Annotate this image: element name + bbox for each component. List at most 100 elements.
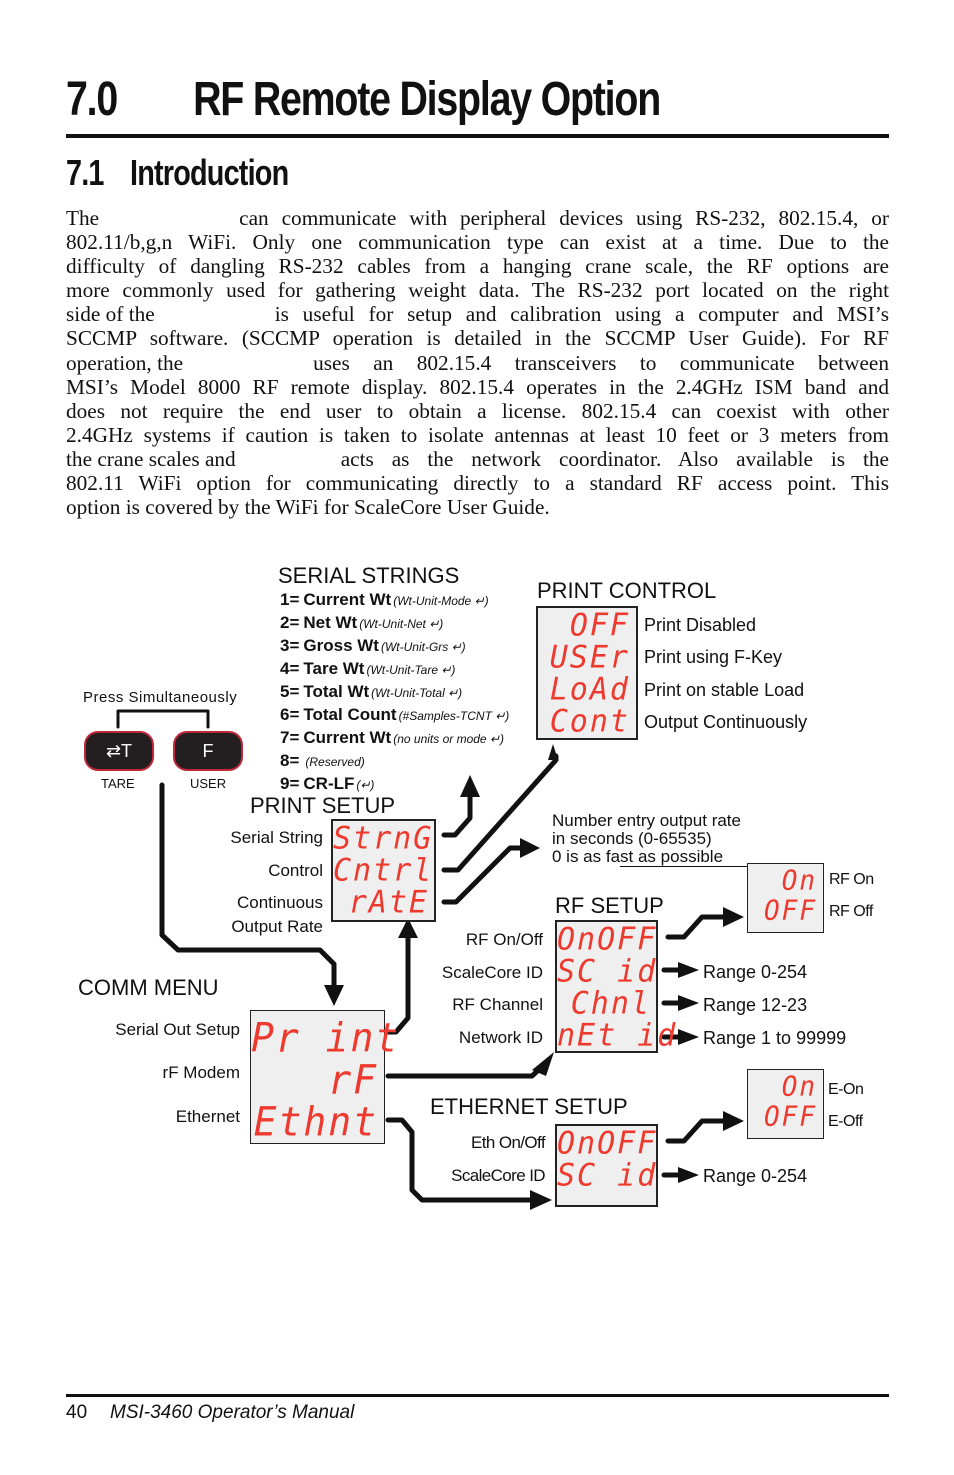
lcd-line: StrnG (333, 820, 434, 857)
serial-string-name: Net Wt (303, 613, 358, 632)
strng-to-serial-arrow (441, 792, 473, 838)
lcd-line: OnOFF (557, 921, 658, 958)
range-label: Range 0-254 (703, 962, 808, 982)
rf-to-rfsetup-arrow (385, 1061, 548, 1079)
serial-string-prefix: 9= (280, 774, 300, 793)
print-setup-label: Serial String (230, 828, 323, 847)
manual-title: MSI-3460 Operator’s Manual (110, 1402, 355, 1423)
serial-string-name: Current Wt (303, 590, 392, 609)
lcd-line: Ethnt (253, 1098, 378, 1146)
print-control-label: Print on stable Load (644, 680, 805, 700)
serial-string-prefix: 5= (280, 682, 300, 701)
comm-menu-label: Serial Out Setup (115, 1020, 240, 1039)
rate-note-line: in seconds (0-65535) (552, 829, 712, 848)
serial-string-item: 1= Current Wt (Wt-Unit-Mode ↵) (280, 589, 509, 612)
serial-string-item: 8= (Reserved) (280, 750, 509, 773)
serial-string-name: CR-LF (303, 774, 355, 793)
arrowhead (678, 1167, 699, 1183)
print-setup-label: Output Rate (231, 917, 323, 936)
serial-strings-list: 1= Current Wt (Wt-Unit-Mode ↵) 2= Net Wt (Wt-… (280, 589, 509, 796)
press-bracket (116, 709, 210, 729)
serial-string-format: (↵) (356, 778, 375, 792)
range-label: Range 0-254 (703, 1166, 808, 1186)
lcd-line: OFF (764, 895, 817, 927)
arrowhead (678, 962, 699, 978)
eth-onoff-arrow (665, 1118, 731, 1144)
serial-string-name: Gross Wt (303, 636, 379, 655)
page-footer: 40 MSI-3460 Operator’s Manual (66, 1402, 354, 1424)
ethernet-setup-label: ScaleCore ID (451, 1166, 546, 1185)
rf-setup-display: OnOFF SC id Chnl nEt id (555, 920, 678, 1054)
serial-string-item: 3= Gross Wt (Wt-Unit-Grs ↵) (280, 635, 509, 658)
lcd-line: rF (328, 1056, 378, 1104)
ethernet-setup-label: Eth On/Off (470, 1133, 546, 1152)
rf-onoff-display: On OFF (747, 863, 824, 933)
serial-string-format: (#Samples-TCNT ↵) (398, 709, 510, 723)
rf-setup-label: Network ID (458, 1028, 543, 1047)
print-setup-label: Continuous (236, 893, 323, 912)
footer-rule (66, 1394, 889, 1397)
arrowhead (324, 985, 344, 1006)
rf-off-label: RF Off (829, 903, 873, 920)
rate-note-line: Number entry output rate (552, 811, 741, 830)
rate-note: Number entry output rate in seconds (0-6… (552, 812, 741, 866)
serial-string-item: 5= Total Wt (Wt-Unit-Total ↵) (280, 681, 509, 704)
print-control-label: Print Disabled (644, 615, 757, 635)
rf-setup-title: RF SETUP (555, 893, 664, 918)
serial-string-prefix: 2= (280, 613, 300, 632)
print-setup-label: Control (268, 861, 323, 880)
serial-string-name: Current Wt (303, 728, 392, 747)
user-key[interactable]: F (173, 731, 243, 771)
serial-string-format: (Wt-Unit-Net ↵) (359, 617, 444, 631)
lcd-line: nEt id (557, 1017, 678, 1054)
serial-string-prefix: 4= (280, 659, 300, 678)
print-control-title: PRINT CONTROL (537, 578, 717, 603)
print-control-label: Print using F-Key (644, 647, 783, 667)
serial-string-name: Total Wt (303, 682, 370, 701)
lcd-line: USEr (549, 639, 630, 676)
rate-to-note-arrow (441, 845, 528, 905)
arrowhead (723, 1111, 744, 1131)
serial-string-item: 6= Total Count (#Samples-TCNT ↵) (280, 704, 509, 727)
comm-menu-label: rF Modem (162, 1063, 240, 1082)
ethernet-setup-display: OnOFF SC id (555, 1124, 658, 1207)
serial-string-format: (no units or mode ↵) (393, 732, 504, 746)
serial-string-format: (Wt-Unit-Total ↵) (371, 686, 463, 700)
arrowhead (548, 744, 558, 760)
tare-icon: ⇄T (105, 740, 133, 761)
page-number: 40 (66, 1402, 88, 1423)
serial-string-item: 2= Net Wt (Wt-Unit-Net ↵) (280, 612, 509, 635)
serial-string-item: 7= Current Wt (no units or mode ↵) (280, 727, 509, 750)
serial-string-format: (Reserved) (305, 755, 365, 769)
f-key-glyph: F (202, 740, 214, 761)
lcd-line: Cont (549, 703, 630, 740)
lcd-line: Chnl (570, 985, 651, 1022)
rf-onoff-arrow (665, 914, 731, 940)
comm-menu-title: COMM MENU (78, 975, 219, 1000)
print-setup-display: StrnG Cntrl rAtE (331, 819, 436, 922)
rf-on-label: RF On (829, 871, 874, 888)
arrowhead (530, 1190, 552, 1210)
tare-key[interactable]: ⇄T (84, 731, 154, 771)
press-simultaneously-label: Press Simultaneously (83, 689, 238, 706)
ethernet-setup-title: ETHERNET SETUP (430, 1094, 628, 1119)
tare-key-label: TARE (101, 776, 135, 791)
rf-setup-label: ScaleCore ID (441, 963, 543, 982)
serial-string-name: Total Count (303, 705, 397, 724)
ethnt-to-ethsetup-arrow (385, 1117, 538, 1203)
range-label: Range 1 to 99999 (703, 1028, 847, 1048)
lcd-line: OnOFF (557, 1125, 658, 1162)
arrowhead (678, 1029, 699, 1045)
print-setup-title: PRINT SETUP (250, 793, 396, 818)
lcd-line: OFF (764, 1101, 817, 1133)
serial-string-prefix: 3= (280, 636, 300, 655)
lcd-line: rAtE (348, 884, 429, 921)
arrowhead (520, 838, 540, 858)
comm-menu-display: Pr int rF Ethnt (250, 1010, 398, 1146)
serial-string-prefix: 6= (280, 705, 300, 724)
serial-string-name: Tare Wt (303, 659, 365, 678)
rf-setup-label: RF Channel (452, 995, 543, 1014)
print-control-label: Output Continuously (644, 712, 808, 732)
lcd-line: SC id (557, 953, 658, 990)
lcd-line: On (781, 865, 817, 897)
